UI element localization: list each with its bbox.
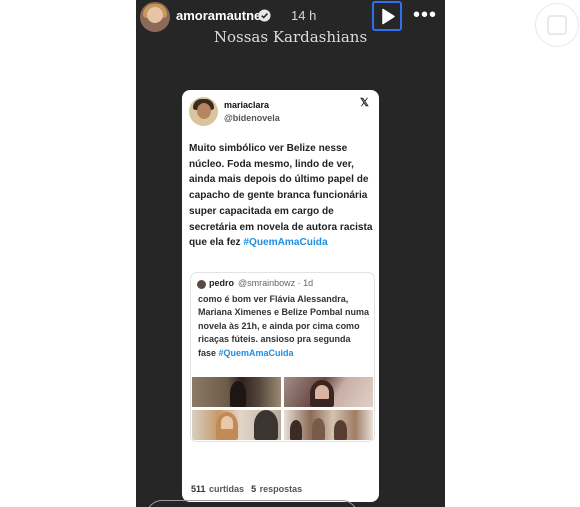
tweet-body: Muito simbólico ver Belize nesse núcleo.…: [189, 143, 373, 249]
story-timestamp: 14 h: [291, 8, 317, 23]
quoted-image-1[interactable]: [192, 377, 281, 407]
tweet-author-handle: @bidenovela: [224, 113, 280, 123]
instagram-glyph-icon: [547, 15, 567, 35]
image-figure: [221, 416, 233, 429]
image-figure: [315, 385, 329, 399]
quoted-tweet[interactable]: pedro @smrainbowz · 1d como é bom ver Fl…: [190, 272, 375, 442]
avatar-face: [147, 7, 163, 23]
image-figure: [312, 418, 325, 440]
watermark-logo: [535, 3, 579, 47]
quoted-hashtag[interactable]: #QuemAmaCuida: [219, 348, 294, 358]
tweet-hashtag[interactable]: #QuemAmaCuida: [243, 237, 327, 248]
quoted-time: 1d: [303, 278, 314, 288]
quoted-text: como é bom ver Flávia Alessandra, Marian…: [198, 293, 370, 360]
image-figure: [230, 381, 246, 407]
quoted-image-4[interactable]: [284, 410, 373, 440]
play-button[interactable]: [372, 1, 402, 31]
tweet-card[interactable]: mariaclara @bidenovela 𝕏 Muito simbólico…: [182, 90, 379, 502]
story-caption: Nossas Kardashians: [213, 28, 368, 46]
tweet-avatar-face: [197, 103, 211, 119]
more-options-icon: •••: [412, 4, 437, 26]
quoted-author-meta: @smrainbowz · 1d: [238, 278, 314, 288]
replies-label: respostas: [259, 484, 303, 494]
replies-count: 5: [251, 484, 257, 494]
reply-input[interactable]: [146, 500, 358, 507]
tweet-author-avatar: [189, 97, 218, 126]
quoted-author-avatar: [197, 280, 206, 289]
verified-badge-icon: [258, 9, 271, 22]
quoted-author-handle: @smrainbowz: [238, 278, 296, 288]
play-icon: [382, 8, 395, 25]
image-figure: [334, 420, 347, 440]
quoted-image-grid: [192, 377, 373, 440]
x-logo-icon: 𝕏: [360, 97, 369, 109]
more-options-button[interactable]: •••: [412, 4, 438, 26]
image-figure: [254, 410, 278, 440]
story-viewer: amoramautner 14 h ••• Nossas Kardashians…: [136, 0, 445, 507]
quoted-image-3[interactable]: [192, 410, 281, 440]
tweet-stats: 511 curtidas 5 respostas: [191, 484, 302, 494]
likes-label: curtidas: [209, 484, 245, 494]
quoted-image-2[interactable]: [284, 377, 373, 407]
tweet-text: Muito simbólico ver Belize nesse núcleo.…: [189, 141, 373, 251]
tweet-author-name: mariaclara: [224, 100, 270, 110]
story-username[interactable]: amoramautner: [176, 8, 266, 23]
story-header: amoramautner 14 h ••• Nossas Kardashians: [136, 0, 445, 60]
image-figure: [290, 420, 302, 440]
likes-count: 511: [191, 484, 206, 494]
quoted-author-name: pedro: [209, 278, 235, 288]
